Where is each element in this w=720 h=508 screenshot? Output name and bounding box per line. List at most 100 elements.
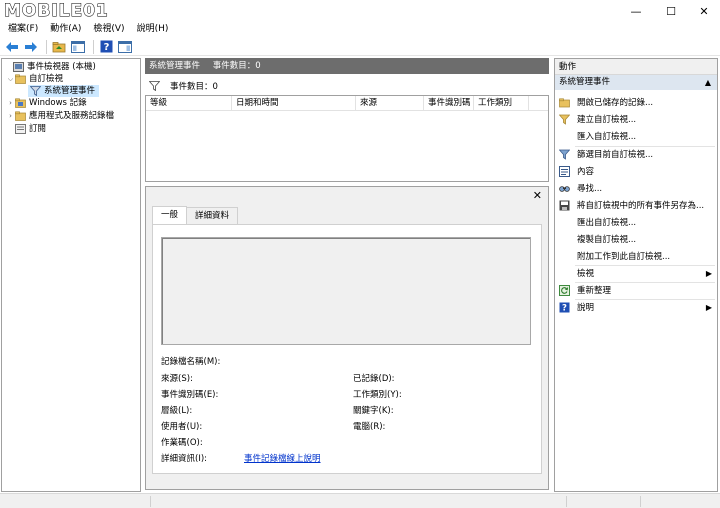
column-source[interactable]: 來源 [356, 96, 424, 111]
console-tree-icon[interactable] [70, 39, 86, 55]
action-view[interactable]: 檢視 ▶ [555, 265, 717, 281]
label-opcode: 作業碼(O): [161, 438, 203, 448]
action-label: 建立自訂檢視... [577, 115, 637, 125]
column-date-time[interactable]: 日期和時間 [232, 96, 356, 111]
submenu-arrow-icon: ▶ [705, 268, 712, 278]
column-level[interactable]: 等級 [146, 96, 232, 111]
tab-general[interactable]: 一般 [152, 206, 188, 224]
action-import-custom-view[interactable]: 匯入自訂檢視... [555, 128, 717, 144]
submenu-arrow-icon: ▶ [705, 302, 712, 312]
event-list[interactable]: 等級 日期和時間 來源 事件識別碼 工作類別 [145, 95, 549, 182]
tree-item-app-logs[interactable]: › 應用程式及服務記錄檔 [6, 110, 114, 122]
event-viewer-icon [13, 62, 24, 72]
chevron-right-icon[interactable]: › [6, 97, 15, 109]
tree-item-subscriptions[interactable]: 訂閱 [6, 123, 46, 135]
minimize-button[interactable]: — [620, 0, 652, 22]
action-attach-task[interactable]: 附加工作到此自訂檢視... [555, 248, 717, 264]
find-icon [559, 183, 570, 194]
label-source: 來源(S): [161, 374, 193, 384]
action-label: 內容 [577, 167, 595, 177]
subscription-icon [15, 124, 26, 134]
action-filter-custom-view[interactable]: 篩選目前自訂檢視... [555, 146, 717, 162]
tree-item-label: 訂閱 [29, 124, 47, 134]
help-icon[interactable]: ? [98, 39, 114, 55]
menu-help[interactable]: 說明(H) [137, 22, 175, 37]
action-label: 開啟已儲存的記錄... [577, 98, 654, 108]
action-save-all-events[interactable]: 將自訂檢視中的所有事件另存為... [555, 197, 717, 213]
filter-bar: 事件數目：0 [145, 77, 549, 95]
tree-item-windows-logs[interactable]: › Windows 記錄 [6, 97, 87, 109]
column-event-id[interactable]: 事件識別碼 [424, 96, 474, 111]
tree-item-event-viewer[interactable]: 事件檢視器 (本機) [4, 61, 96, 73]
forward-arrow-icon[interactable] [23, 39, 39, 55]
actions-header: 動作 [555, 59, 717, 75]
label-keywords: 關鍵字(K): [353, 406, 394, 416]
console-tree[interactable]: 事件檢視器 (本機) ⌵ 自訂檢視 系統管理事件 › Windows 記錄 › … [1, 58, 141, 492]
column-task-category[interactable]: 工作類別 [474, 96, 529, 111]
center-pane-header: 系統管理事件 事件數目：0 [145, 58, 549, 74]
action-label: 匯入自訂檢視... [577, 132, 637, 142]
filter-icon [29, 86, 42, 97]
action-create-custom-view[interactable]: 建立自訂檢視... [555, 111, 717, 127]
chevron-right-icon[interactable]: › [6, 110, 15, 122]
app-logo: MOBILE01 [4, 1, 109, 22]
action-pane-icon[interactable] [117, 39, 133, 55]
action-help[interactable]: ? 說明 ▶ [555, 299, 717, 315]
action-export-custom-view[interactable]: 匯出自訂檢視... [555, 214, 717, 230]
toolbar: ? [0, 38, 720, 56]
action-copy-custom-view[interactable]: 複製自訂檢視... [555, 231, 717, 247]
close-icon[interactable]: ✕ [533, 189, 542, 202]
tree-item-label: 應用程式及服務記錄檔 [29, 111, 115, 121]
status-cell [640, 496, 641, 507]
action-open-saved-log[interactable]: 開啟已儲存的記錄... [555, 94, 717, 110]
center-pane-count: 事件數目：0 [212, 61, 261, 71]
folder-icon [15, 74, 26, 84]
folder-up-icon[interactable] [51, 39, 67, 55]
filter-icon [148, 81, 161, 92]
status-bar [0, 493, 720, 508]
action-properties[interactable]: 內容 [555, 163, 717, 179]
event-log-online-help-link[interactable]: 事件記錄檔線上說明 [244, 452, 321, 464]
chevron-down-icon[interactable]: ⌵ [6, 73, 15, 85]
folder-icon [15, 111, 26, 121]
filter-count: 事件數目：0 [170, 82, 218, 92]
menu-action[interactable]: 動作(A) [50, 22, 87, 37]
tree-item-label: 事件檢視器 (本機) [27, 62, 96, 72]
action-refresh[interactable]: 重新整理 [555, 282, 717, 298]
actions-pane: 動作 系統管理事件 ▲ 開啟已儲存的記錄... 建立自訂檢視... 匯入自訂檢視… [554, 58, 718, 492]
action-find[interactable]: 尋找... [555, 180, 717, 196]
folder-icon [15, 98, 26, 108]
tree-item-admin-events[interactable]: 系統管理事件 [28, 85, 100, 97]
open-folder-icon [559, 97, 570, 108]
close-button[interactable]: ✕ [688, 0, 720, 22]
action-label: 篩選目前自訂檢視... [577, 150, 654, 160]
save-icon [559, 200, 570, 211]
tree-item-label: 自訂檢視 [29, 74, 64, 84]
back-arrow-icon[interactable] [4, 39, 20, 55]
maximize-button[interactable]: ☐ [655, 0, 687, 22]
action-label: 將自訂檢視中的所有事件另存為... [577, 201, 705, 211]
filter-icon [558, 114, 571, 125]
action-label: 重新整理 [577, 286, 612, 296]
event-detail-pane: ✕ 一般 詳細資料 記錄檔名稱(M): 來源(S): 已記錄(D): 事件識別碼… [145, 186, 549, 490]
detail-tabs: 一般 詳細資料 [152, 206, 239, 224]
event-list-header: 等級 日期和時間 來源 事件識別碼 工作類別 [146, 96, 548, 111]
event-description-box[interactable] [161, 237, 531, 345]
menu-file[interactable]: 檔案(F) [8, 22, 44, 37]
general-tab-page: 記錄檔名稱(M): 來源(S): 已記錄(D): 事件識別碼(E): 工作類別(… [152, 224, 542, 474]
tab-details[interactable]: 詳細資料 [186, 207, 239, 224]
action-label: 複製自訂檢視... [577, 235, 637, 245]
properties-icon [559, 165, 570, 177]
label-computer: 電腦(R): [353, 422, 386, 432]
label-user: 使用者(U): [161, 422, 203, 432]
actions-section-label: 系統管理事件 [559, 77, 611, 87]
action-label: 附加工作到此自訂檢視... [577, 252, 671, 262]
svg-text:?: ? [562, 303, 567, 312]
tree-item-custom-views[interactable]: ⌵ 自訂檢視 [6, 73, 63, 85]
tree-item-label: 系統管理事件 [44, 86, 96, 96]
collapse-icon[interactable]: ▲ [705, 75, 711, 90]
actions-section-admin-events[interactable]: 系統管理事件 ▲ [555, 75, 717, 90]
action-label: 檢視 [577, 269, 595, 279]
tree-item-label: Windows 記錄 [29, 98, 87, 108]
menu-view[interactable]: 檢視(V) [93, 22, 130, 37]
